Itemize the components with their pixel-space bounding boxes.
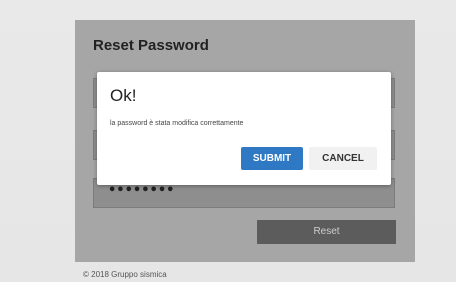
password-mask: •••••••• xyxy=(108,183,175,198)
cancel-button[interactable]: CANCEL xyxy=(309,147,377,170)
footer-copyright: © 2018 Gruppo sismica xyxy=(83,270,167,279)
dialog-title: Ok! xyxy=(110,86,137,105)
confirmation-dialog: Ok! la password è stata modifica corrett… xyxy=(97,72,391,185)
dialog-message: la password è stata modifica correttamen… xyxy=(110,120,244,127)
submit-button[interactable]: SUBMIT xyxy=(241,147,303,170)
card-title: Reset Password xyxy=(93,37,209,54)
reset-button[interactable]: Reset xyxy=(257,220,396,244)
